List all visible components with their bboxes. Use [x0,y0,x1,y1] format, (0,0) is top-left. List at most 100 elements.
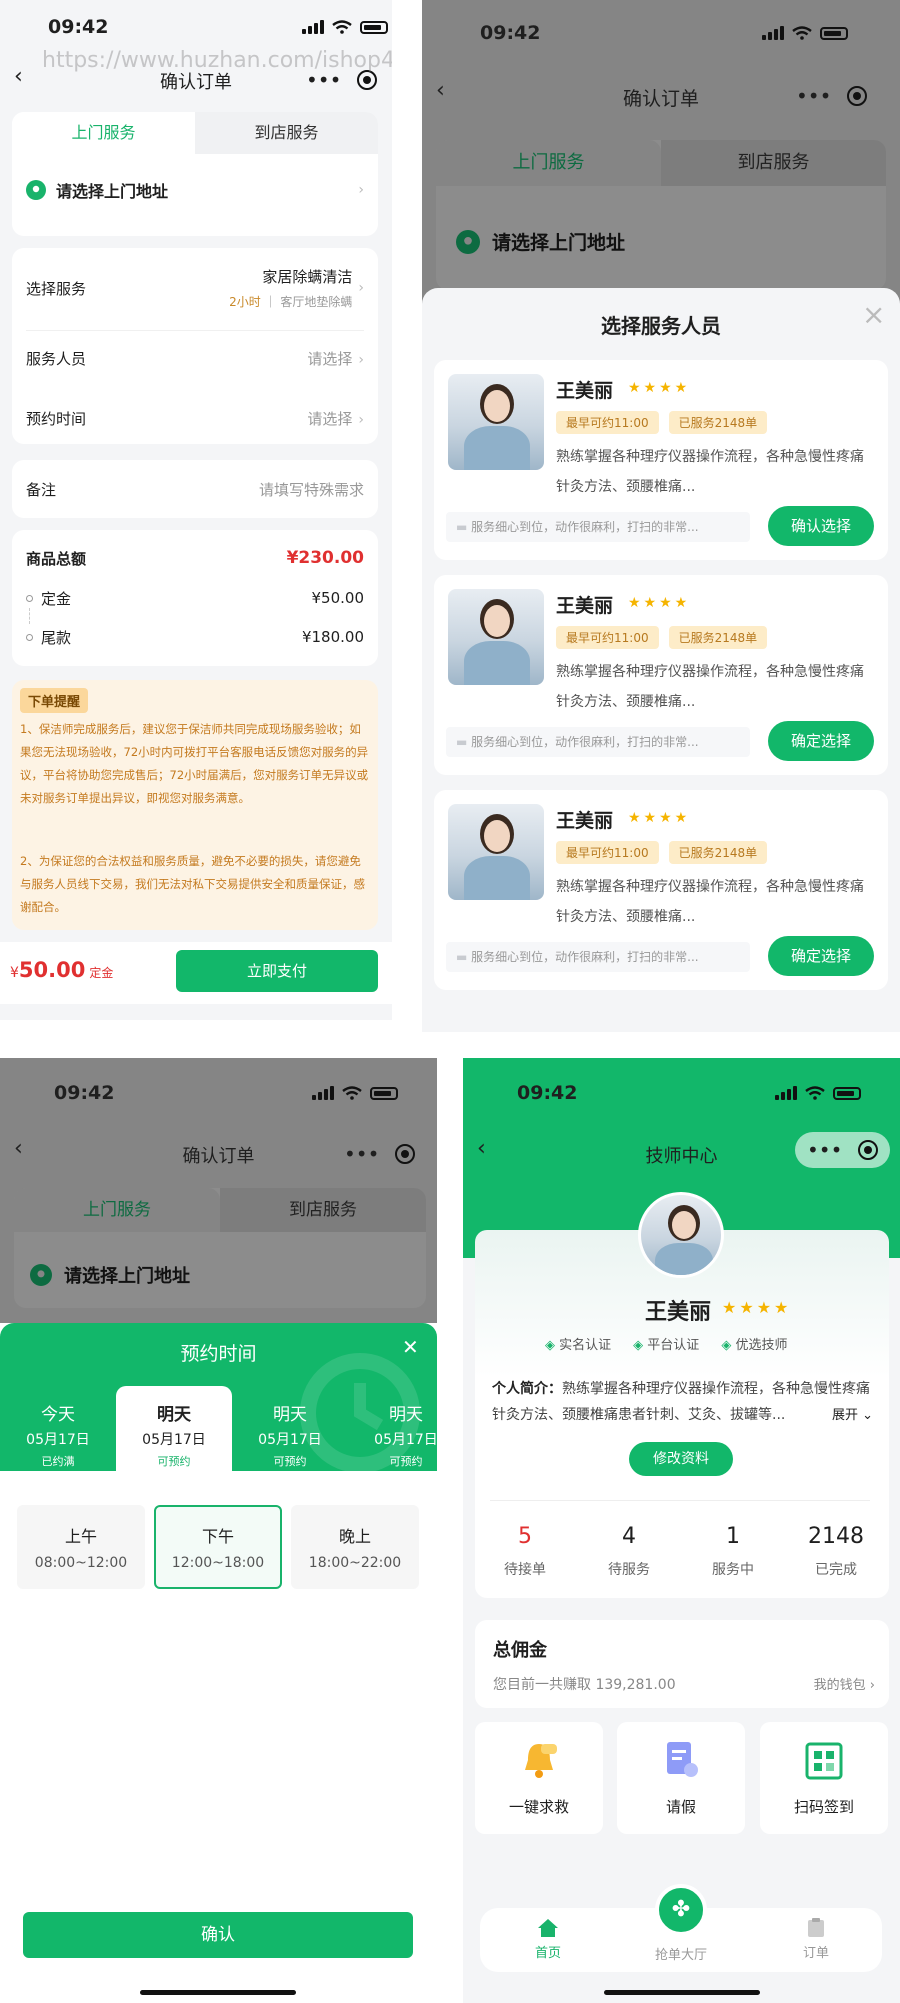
comment-icon: ▬ [456,950,468,964]
mini-program-capsule[interactable]: ••• [796,84,868,108]
wifi-icon [792,26,812,40]
worker-name: 王美丽 [556,810,614,832]
remark-input[interactable]: 请填写特殊需求 [259,479,364,500]
staff-row[interactable]: 服务人员 请选择 › [26,344,364,372]
day-status: 可预约 [273,1455,307,1468]
stat-in-service[interactable]: 1 服务中 [683,1524,783,1579]
day-tab-today[interactable]: 今天 05月17日 已约满 [0,1386,116,1472]
dimmed-service-card: 上门服务 到店服务 请选择上门地址 [436,140,886,290]
tab-home[interactable]: 首页 [508,1918,588,1961]
clipboard-icon [808,1918,824,1937]
avatar [638,1192,724,1278]
close-mini-program-icon[interactable] [395,1144,416,1164]
earliest-time-tag: 最早可约11:00 [556,626,659,649]
comment-icon: ▬ [456,735,468,749]
expand-link[interactable]: 展开 ⌄ [828,1404,878,1423]
balance-label: 尾款 [41,628,72,647]
edit-profile-button[interactable]: 修改资料 [629,1442,733,1476]
leave-button[interactable]: 请假 [617,1722,745,1834]
sos-button[interactable]: 一键求救 [475,1722,603,1834]
confirm-button[interactable]: 确认 [23,1912,413,1958]
scan-signin-button[interactable]: 扫码签到 [760,1722,888,1834]
address-row: 请选择上门地址 [456,228,625,255]
tab-home-service[interactable]: 上门服务 [12,112,195,154]
rating-stars: ★★★★ [628,595,691,611]
close-mini-program-icon[interactable] [858,1140,879,1160]
stat-completed[interactable]: 2148 已完成 [786,1524,886,1579]
deposit-value: ¥50.00 [311,589,365,607]
rating-stars: ★★★★ [628,380,691,396]
time-slot-afternoon-selected[interactable]: 下午 12:00~18:00 [154,1505,282,1589]
worker-tags: 最早可约11:00 已服务2148单 [556,841,768,864]
shield-check-icon: ◈ [545,1338,555,1353]
close-icon[interactable]: × [862,298,885,331]
expand-label: 展开 [832,1408,859,1423]
staff-label: 服务人员 [26,349,87,368]
address-row[interactable]: 请选择上门地址 › [26,174,364,206]
battery-icon [360,20,388,34]
price-card: 商品总额 ¥230.00 定金 ¥50.00 尾款 ¥180.00 [12,530,378,666]
status-bar: 09:42 [422,0,900,56]
time-slot-morning[interactable]: 上午 08:00~12:00 [17,1505,145,1589]
address-row: 请选择上门地址 [30,1262,190,1288]
pay-amount-group: ¥50.00 定金 [10,958,113,982]
tab-store-service[interactable]: 到店服务 [195,112,378,154]
worker-description: 熟练掌握各种理疗仪器操作流程，各种急慢性疼痛针灸方法、颈腰椎痛... [556,664,864,710]
stat-number: 5 [518,1524,532,1549]
close-mini-program-icon[interactable] [847,86,868,106]
tab-grab-order[interactable]: 抢单大厅 [641,1944,721,1963]
service-row[interactable]: 选择服务 家居除螨清洁 2小时 ｜ 客厅地垫除螨 › [26,264,364,312]
rating-stars: ★★★★ [628,810,691,826]
worker-photo [448,374,544,470]
select-worker-button[interactable]: 确定选择 [768,936,874,976]
close-icon[interactable]: ✕ [402,1335,419,1359]
commission-card[interactable]: 总佣金 您目前一共赚取 139,281.00 我的钱包 › [475,1620,889,1708]
grab-order-center-icon[interactable]: ✤ [655,1884,707,1936]
time-slot-evening[interactable]: 晚上 18:00~22:00 [291,1505,419,1589]
more-icon[interactable]: ••• [344,1142,379,1166]
status-time: 09:42 [517,1082,578,1104]
address-placeholder: 请选择上门地址 [492,232,626,254]
stat-pending-service[interactable]: 4 待服务 [579,1524,679,1579]
day-tab[interactable]: 明天 05月17日 可预约 [232,1386,348,1472]
more-icon[interactable]: ••• [807,1138,842,1162]
day-date: 05月17日 [258,1432,322,1448]
slot-range: 12:00~18:00 [171,1555,265,1571]
status-time: 09:42 [480,22,541,44]
shield-check-icon: ◈ [633,1338,644,1353]
home-indicator [140,1990,296,1995]
wifi-icon [805,1086,825,1100]
select-worker-button[interactable]: 确定选择 [768,721,874,761]
time-sheet-title: 预约时间 [180,1343,257,1365]
location-icon [30,1264,52,1286]
day-tab[interactable]: 明天 05月17日 可预约 [348,1386,437,1472]
chevron-right-icon: › [358,182,364,198]
tab-orders[interactable]: 订单 [776,1918,856,1961]
mini-program-capsule[interactable]: ••• [795,1132,891,1168]
worker-photo [448,589,544,685]
select-worker-button[interactable]: 确认选择 [768,506,874,546]
status-icons [302,20,388,34]
deposit-row: 定金 ¥50.00 [26,586,364,610]
remark-row[interactable]: 备注 请填写特殊需求 [26,475,364,503]
worker-description: 熟练掌握各种理疗仪器操作流程，各种急慢性疼痛针灸方法、颈腰椎痛... [556,879,864,925]
more-icon[interactable]: ••• [796,84,831,108]
stat-label: 待服务 [608,1562,650,1578]
pay-now-button[interactable]: 立即支付 [176,950,378,992]
wallet-link[interactable]: 我的钱包 › [814,1674,875,1693]
time-row[interactable]: 预约时间 请选择 › [26,404,364,432]
badge-label: 实名认证 [559,1338,612,1353]
commission-title: 总佣金 [493,1640,547,1661]
battery-icon [833,1086,861,1100]
stat-pending-accept[interactable]: 5 待接单 [475,1524,575,1579]
close-mini-program-icon[interactable] [357,70,378,90]
order-navbar: ‹ 确认订单 ••• [0,1130,437,1178]
day-tab-selected[interactable]: 明天 05月17日 可预约 [116,1386,232,1472]
tab-store-service: 到店服务 [661,140,886,186]
day-label: 明天 [157,1405,191,1425]
tab-label: 抢单大厅 [654,1948,707,1963]
mini-program-capsule[interactable]: ••• [344,1142,416,1166]
address-placeholder: 请选择上门地址 [64,1266,190,1287]
status-icons [312,1086,398,1100]
function-label: 扫码签到 [793,1798,854,1816]
